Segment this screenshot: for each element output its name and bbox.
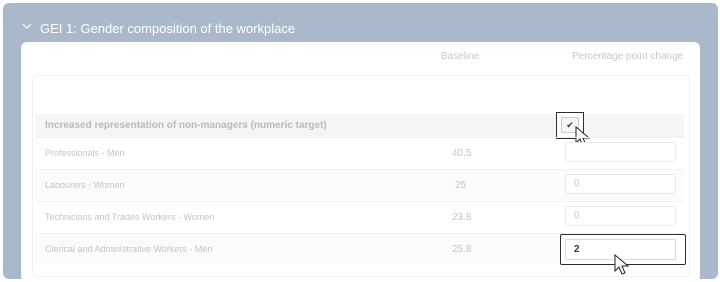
change-input-labourers-women[interactable]: 0 [565, 174, 676, 194]
change-input-professionals-men[interactable] [565, 142, 676, 162]
row-label-professionals-men: Professionals - Men [45, 148, 125, 158]
section-title: GEI 1: Gender composition of the workpla… [40, 21, 296, 36]
row-label-labourers-women: Labourers - Women [45, 180, 125, 190]
row-label-clerical-men: Clerical and Administrative Workers - Me… [45, 244, 213, 254]
change-input-technicians-women[interactable]: 0 [565, 206, 676, 226]
group-label: Increased representation of non-managers… [45, 120, 327, 131]
row-divider [35, 169, 684, 170]
section-header[interactable]: GEI 1: Gender composition of the workpla… [3, 3, 718, 47]
row-divider [35, 201, 684, 202]
row-baseline-technicians-women: 23.8 [452, 212, 472, 223]
row-label-technicians-women: Technicians and Trades Workers - Women [45, 212, 215, 222]
column-header-baseline: Baseline [441, 51, 480, 62]
column-header-change: Percentage point change [572, 51, 684, 62]
row-baseline-clerical-men: 25.8 [452, 244, 472, 255]
row-baseline-professionals-men: 40.5 [452, 148, 472, 159]
mouse-pointer-icon [614, 254, 630, 275]
row-divider [35, 137, 684, 138]
row-baseline-labourers-women: 25 [455, 180, 467, 191]
chevron-down-icon[interactable] [22, 21, 32, 31]
